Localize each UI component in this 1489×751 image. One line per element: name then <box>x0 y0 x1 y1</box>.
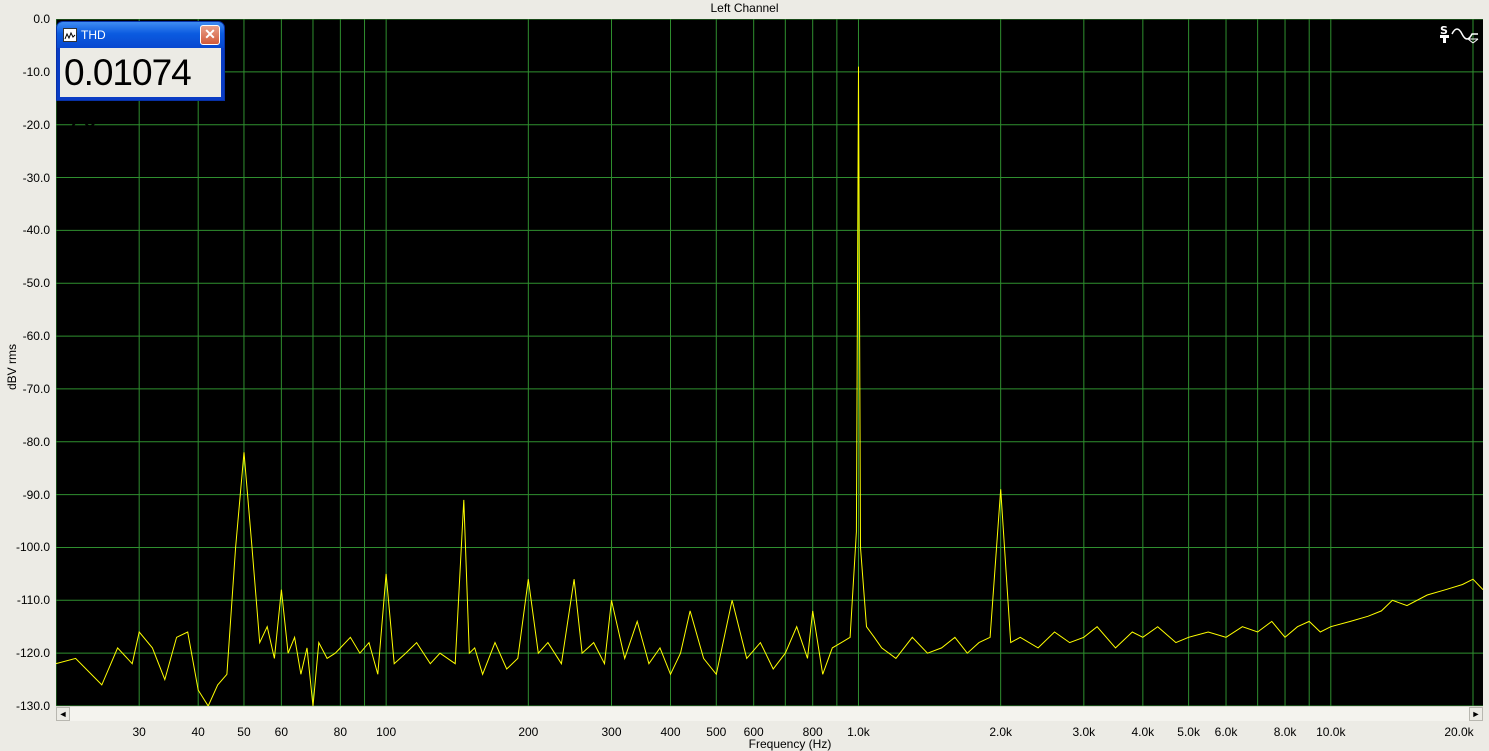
spectrum-trace <box>56 66 1483 706</box>
y-tick-label: -30.0 <box>22 170 50 185</box>
grid-lines <box>56 19 1483 706</box>
y-tick-label: -20.0 <box>22 117 50 132</box>
thd-value: 0.01074 % <box>64 52 192 135</box>
scroll-right-button[interactable]: ► <box>1469 707 1483 721</box>
close-icon[interactable]: ✕ <box>200 25 220 45</box>
y-tick-label: -80.0 <box>22 434 50 449</box>
chart-title: Left Channel <box>710 1 779 15</box>
y-tick-label: -50.0 <box>22 276 50 291</box>
y-tick-label: -120.0 <box>15 646 50 661</box>
y-tick-label: -40.0 <box>22 223 50 238</box>
y-tick-label: -100.0 <box>15 540 50 555</box>
spectrum-svg <box>56 19 1483 706</box>
thd-title: THD <box>81 28 106 42</box>
y-tick-label: -10.0 <box>22 64 50 79</box>
thd-titlebar[interactable]: THD ✕ <box>57 22 224 48</box>
x-axis-label: Frequency (Hz) <box>748 737 832 751</box>
meter-icon <box>63 28 77 42</box>
y-tick-label: -110.0 <box>16 593 50 608</box>
generator-icon[interactable]: S <box>1438 23 1482 45</box>
y-tick-label: -90.0 <box>22 487 50 502</box>
spectrum-plot[interactable] <box>56 19 1483 706</box>
trace-layer <box>56 66 1483 706</box>
y-axis-label: dBV rms <box>5 344 19 391</box>
scroll-left-button[interactable]: ◄ <box>56 707 70 721</box>
y-tick-label: -130.0 <box>15 699 50 713</box>
thd-window[interactable]: THD ✕ 0.01074 % <box>57 22 224 135</box>
horizontal-scrollbar[interactable]: ◄ ► <box>56 706 1483 721</box>
thd-body: 0.01074 % <box>60 48 221 135</box>
